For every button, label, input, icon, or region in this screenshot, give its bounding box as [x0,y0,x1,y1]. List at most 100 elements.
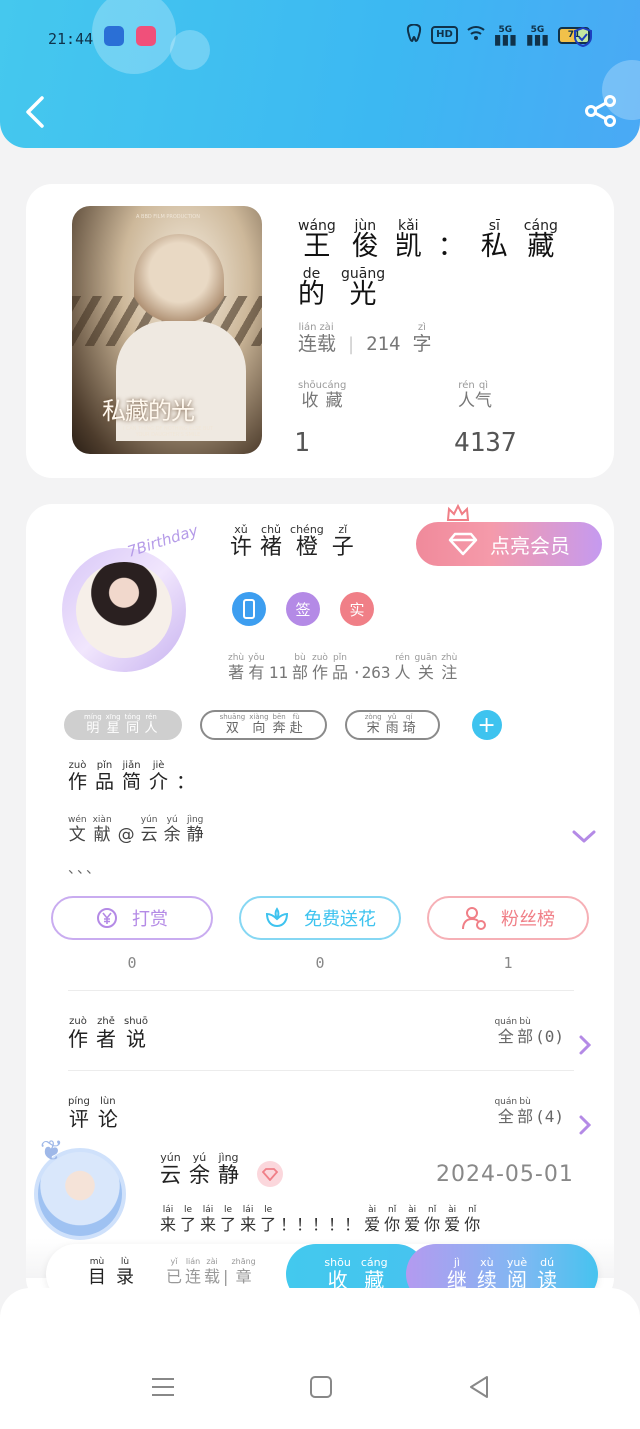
serial-chapter-info-char: yǐ 已 [166,1256,182,1286]
author-says-all-link[interactable]: quán 全 bù 部 (0) [494,1016,564,1046]
serial-status-char: zài 载 [317,322,336,355]
signal-1: 5G ▮▮▮ [494,25,517,47]
comment-text-char: ài 爱 [404,1204,420,1234]
popularity-label-hanzi: 气 [475,391,492,411]
author-says-title-hanzi: 作 [68,1027,88,1051]
author-says-count: (0) [535,1026,564,1046]
author-stats-hanzi: 品 [331,663,348,682]
table-of-contents-button-hanzi: 录 [116,1267,134,1288]
table-of-contents-button-char: lù 录 [116,1256,134,1288]
vip-button[interactable]: 点亮会员 [416,522,602,566]
comment-text-hanzi: 了 [260,1215,277,1234]
send-flower-label: 免费送花 [304,909,376,930]
author-name-char: chǔ 褚 [260,524,282,560]
author-says-title-char: shuō 说 [124,1016,148,1050]
flower-icon [265,907,289,928]
tag-chip[interactable]: shuāng 双 xiàng 向 bēn 奔 fù 赴 [199,710,327,740]
add-tag-button[interactable]: + [471,710,502,740]
back-button[interactable] [22,94,50,130]
table-of-contents-button[interactable]: mù 目 lù 录 [88,1256,144,1288]
intro-text-char: @ [118,814,135,845]
author-name[interactable]: xǔ 许 chǔ 褚 chéng 橙 zǐ 子 [230,524,362,560]
reward-button[interactable]: 打赏 [51,896,213,940]
qq-icon [104,26,124,46]
popularity-count: 4137 [454,428,517,458]
cover-title: 私藏的光 [102,397,195,425]
comment-text-char: nǐ 你 [384,1204,400,1234]
share-button[interactable] [584,94,618,128]
comments-all-link[interactable]: quán 全 bù 部 (4) [494,1096,564,1126]
commenter-name-hanzi: 静 [218,1163,239,1187]
vip-diamond-badge [257,1161,283,1188]
intro-text-char: xiàn 献 [93,814,112,845]
intro-heading: zuò 作 pǐn 品 jiǎn 简 jiè 介 ： [68,760,203,793]
cover-credit: A BBD FILM PRODUCTION [136,214,200,220]
popularity-label-hanzi: 人 [458,391,475,411]
commenter-name[interactable]: yún 云 yú 余 jìng 静 [160,1152,247,1187]
tag-chip[interactable]: zòng 宋 yǔ 雨 qí 琦 [344,710,440,740]
flower-count: 0 [315,954,325,972]
tag-char: bēn 奔 [273,713,286,736]
comment-text-char: ài 爱 [444,1204,460,1234]
author-name-hanzi: 橙 [295,535,318,560]
comment-text-char: le 了 [260,1204,276,1234]
commenter-name-hanzi: 余 [189,1163,210,1187]
author-name-char: chéng 橙 [290,524,324,560]
phone-badge[interactable] [232,592,266,626]
intro-ellipsis: 、、、 [68,861,102,877]
phone-icon [243,599,255,619]
author-says-all-label-char: quán 全 [494,1016,517,1046]
expand-intro-button[interactable] [570,826,598,848]
back-nav-icon[interactable] [466,1374,492,1400]
tooth-icon [406,23,422,46]
tag-list: míng 明 xīng 星 tóng 同 rén 人 shuāng 双 xiàng 向 bēn 奔 fù 赴 z… [64,710,502,740]
serial-chapter-info-hanzi: 已 [166,1267,183,1286]
tag-char: fù 赴 [290,713,303,736]
commenter-name-char: yú 余 [189,1152,210,1187]
comments-row[interactable]: píng 评 lùn 论 quán 全 bù 部 (4) [68,1096,592,1135]
book-title-line1-char: kǎi 凯 [394,219,422,262]
tag-char: míng 明 [84,713,102,736]
author-stats-hanzi: 11 [268,663,288,682]
menu-nav-icon[interactable] [150,1374,176,1400]
intro-heading-char: jiǎn 简 [122,760,141,793]
collect-label-char: shōu 收 [324,1257,350,1292]
author-says-all-label-char: bù 部 [517,1016,533,1046]
intro-text-hanzi: 余 [163,825,181,845]
reward-label: 打赏 [132,909,168,930]
divider [68,990,574,991]
author-says-title-char: zhě 者 [96,1016,116,1050]
comments-title-char: lùn 论 [98,1096,118,1130]
wifi-icon [467,25,485,45]
book-title-line1-hanzi: 凯 [394,231,422,262]
comment-text-char: ài 爱 [364,1204,380,1234]
signal-2-bars: ▮▮▮ [525,32,549,48]
chevron-right-icon [579,1115,592,1135]
book-cover[interactable]: A BBD FILM PRODUCTION 私藏的光 I CAN THING O… [72,206,262,454]
comments-all-label-char: quán 全 [494,1096,517,1126]
tag-chip[interactable]: míng 明 xīng 星 tóng 同 rén 人 [64,710,182,740]
reward-count: 0 [127,954,137,972]
author-avatar[interactable]: 7Birthday [54,521,200,672]
book-title-line2-pinyin: guāng [341,265,386,282]
serial-status: lián 连 zài 载 [298,322,336,355]
table-of-contents-button-hanzi: 目 [88,1267,106,1288]
comment-text-hanzi: 你 [464,1215,481,1234]
book-title-line2-hanzi: 的 [298,278,325,310]
intro-heading-char: ： [176,760,195,793]
diamond-icon [448,532,478,556]
author-says-title-hanzi: 说 [126,1027,146,1051]
comments-title-char: píng 评 [68,1096,90,1130]
send-flower-button[interactable]: 免费送花 [239,896,401,940]
home-nav-icon[interactable] [308,1374,334,1400]
author-stats-char: zuò 作 [312,652,328,682]
author-badge[interactable]: 实 [340,592,374,626]
fan-ranking-button[interactable]: 粉丝榜 [427,896,589,940]
book-title-line1-hanzi: 藏 [527,231,555,262]
tag-char: qí 琦 [403,713,416,736]
intro-text-hanzi: @ [117,825,135,845]
signal-2: 5G ▮▮▮ [525,25,549,48]
author-says-row[interactable]: zuò 作 zhě 者 shuō 说 quán 全 bù 部 (0) [68,1016,592,1055]
author-badge[interactable]: 签 [286,592,320,626]
continue-reading-label-char: jì 继 [447,1257,467,1292]
